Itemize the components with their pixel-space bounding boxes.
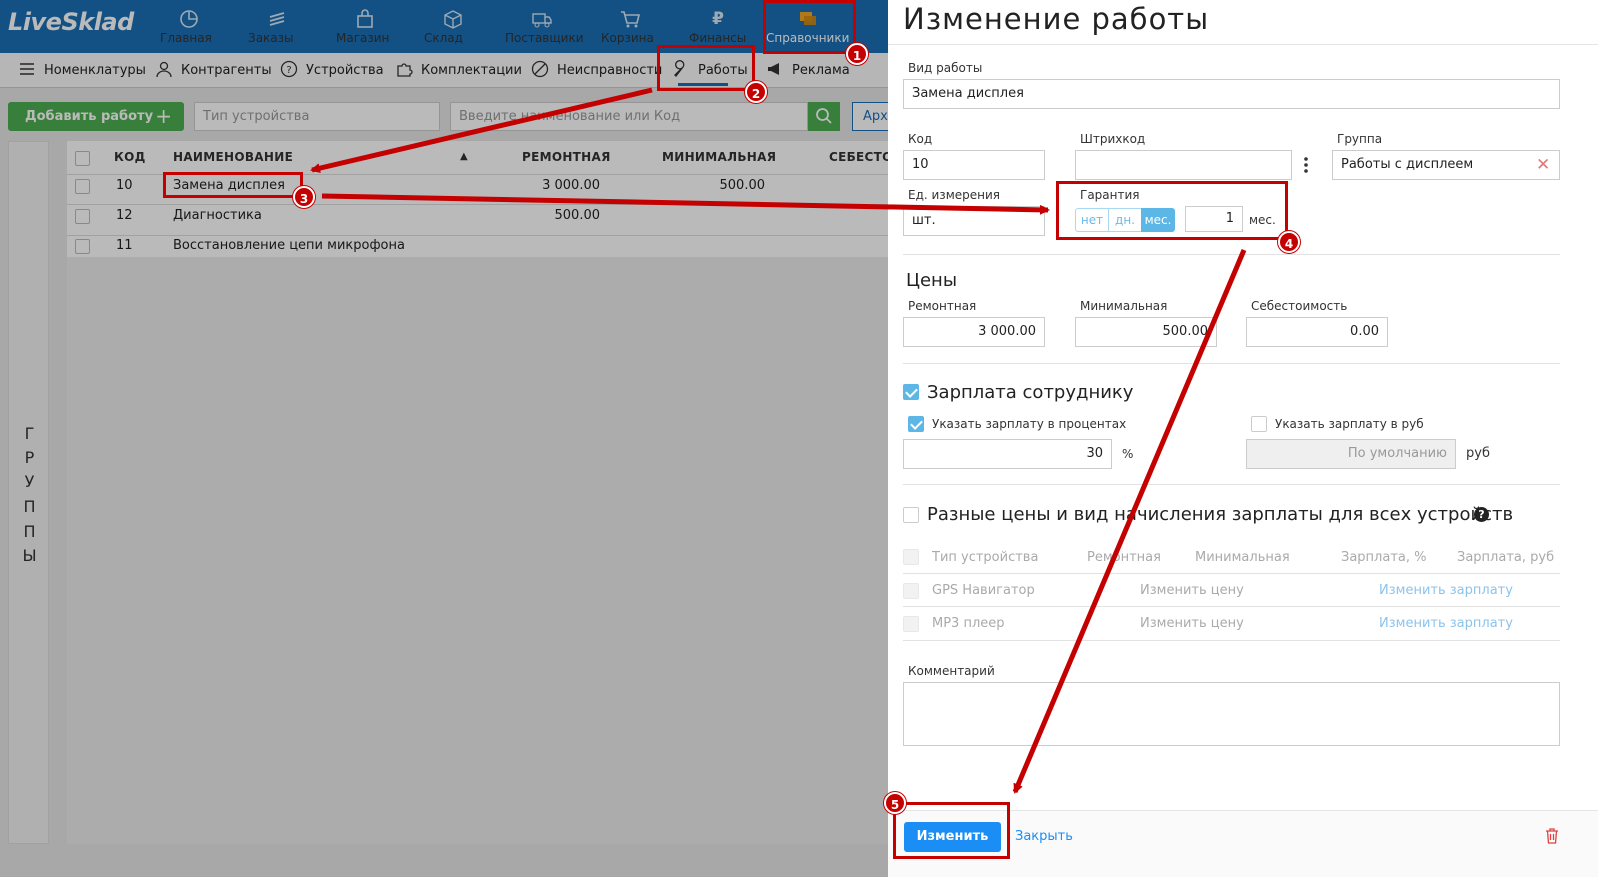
help-icon[interactable]: ?: [1474, 507, 1489, 522]
prices-title: Цены: [906, 270, 958, 291]
price-cost-input[interactable]: 0.00: [1246, 317, 1388, 347]
code-label: Код: [908, 132, 933, 146]
device-row-name: GPS Навигатор: [932, 583, 1035, 598]
salary-percent-input[interactable]: 30: [903, 439, 1112, 469]
salary-rub-unit: руб: [1466, 446, 1490, 461]
device-row-checkbox[interactable]: [903, 583, 919, 599]
annotation-box: [163, 172, 303, 198]
step-badge-1: 1: [846, 43, 868, 65]
modal-backdrop[interactable]: [0, 0, 888, 877]
device-col-salary-percent: Зарплата, %: [1341, 550, 1427, 565]
comment-label: Комментарий: [908, 664, 995, 678]
device-select-all-checkbox[interactable]: [903, 549, 919, 565]
divider: [903, 573, 1560, 574]
unit-input[interactable]: шт.: [903, 206, 1045, 236]
annotation-box: [763, 0, 856, 54]
device-col-salary-rub: Зарплата, руб: [1457, 550, 1555, 565]
device-col-min: Минимальная: [1195, 550, 1290, 565]
group-label: Группа: [1337, 132, 1383, 146]
step-badge-5: 5: [884, 792, 906, 814]
close-button[interactable]: Закрыть: [1015, 829, 1073, 844]
salary-enable-checkbox[interactable]: [903, 384, 919, 400]
annotation-box: [657, 45, 755, 91]
device-col-repair: Ремонтная: [1087, 550, 1161, 565]
device-row-checkbox[interactable]: [903, 616, 919, 632]
annotation-box: [893, 802, 1010, 859]
barcode-label: Штрихкод: [1080, 132, 1146, 146]
salary-percent-unit: %: [1122, 447, 1134, 461]
device-row-name: MP3 плеер: [932, 616, 1005, 631]
price-min-label: Минимальная: [1080, 299, 1168, 313]
clear-group-icon[interactable]: ✕: [1536, 155, 1550, 175]
annotation-box: [1056, 181, 1288, 240]
unit-label: Ед. измерения: [908, 188, 1000, 202]
price-repair-label: Ремонтная: [908, 299, 977, 313]
divider: [903, 484, 1560, 485]
price-min-input[interactable]: 500.00: [1075, 317, 1217, 347]
work-type-label: Вид работы: [908, 61, 983, 75]
salary-rub-checkbox[interactable]: [1251, 416, 1267, 432]
change-salary-link[interactable]: Изменить зарплату: [1379, 583, 1513, 598]
salary-rub-label: Указать зарплату в руб: [1275, 417, 1424, 431]
trash-icon[interactable]: [1545, 827, 1559, 844]
salary-percent-checkbox[interactable]: [908, 416, 924, 432]
comment-textarea[interactable]: [903, 682, 1560, 746]
change-salary-link[interactable]: Изменить зарплату: [1379, 616, 1513, 631]
code-input[interactable]: 10: [903, 150, 1045, 180]
step-badge-3: 3: [293, 186, 315, 208]
price-cost-label: Себестоимость: [1251, 299, 1348, 313]
panel-header: Изменение работы: [888, 0, 1598, 45]
salary-title: Зарплата сотруднику: [927, 382, 1134, 403]
group-select[interactable]: Работы с дисплеем: [1332, 150, 1560, 180]
step-badge-2: 2: [745, 81, 767, 103]
price-repair-input[interactable]: 3 000.00: [903, 317, 1045, 347]
diff-prices-checkbox[interactable]: [903, 507, 919, 523]
change-price-link[interactable]: Изменить цену: [1140, 616, 1244, 631]
panel-title: Изменение работы: [903, 2, 1210, 36]
salary-rub-input[interactable]: По умолчанию: [1246, 439, 1456, 469]
divider: [903, 363, 1560, 364]
change-price-link[interactable]: Изменить цену: [1140, 583, 1244, 598]
more-vertical-icon[interactable]: [1301, 155, 1311, 175]
work-type-input[interactable]: Замена дисплея: [903, 79, 1560, 109]
device-col-type: Тип устройства: [932, 550, 1039, 565]
diff-prices-title: Разные цены и вид начисления зарплаты дл…: [927, 504, 1514, 525]
divider: [903, 606, 1560, 607]
barcode-input[interactable]: [1075, 150, 1292, 180]
step-badge-4: 4: [1278, 231, 1300, 253]
salary-percent-label: Указать зарплату в процентах: [932, 417, 1127, 431]
divider: [903, 640, 1560, 641]
divider: [903, 254, 1560, 255]
